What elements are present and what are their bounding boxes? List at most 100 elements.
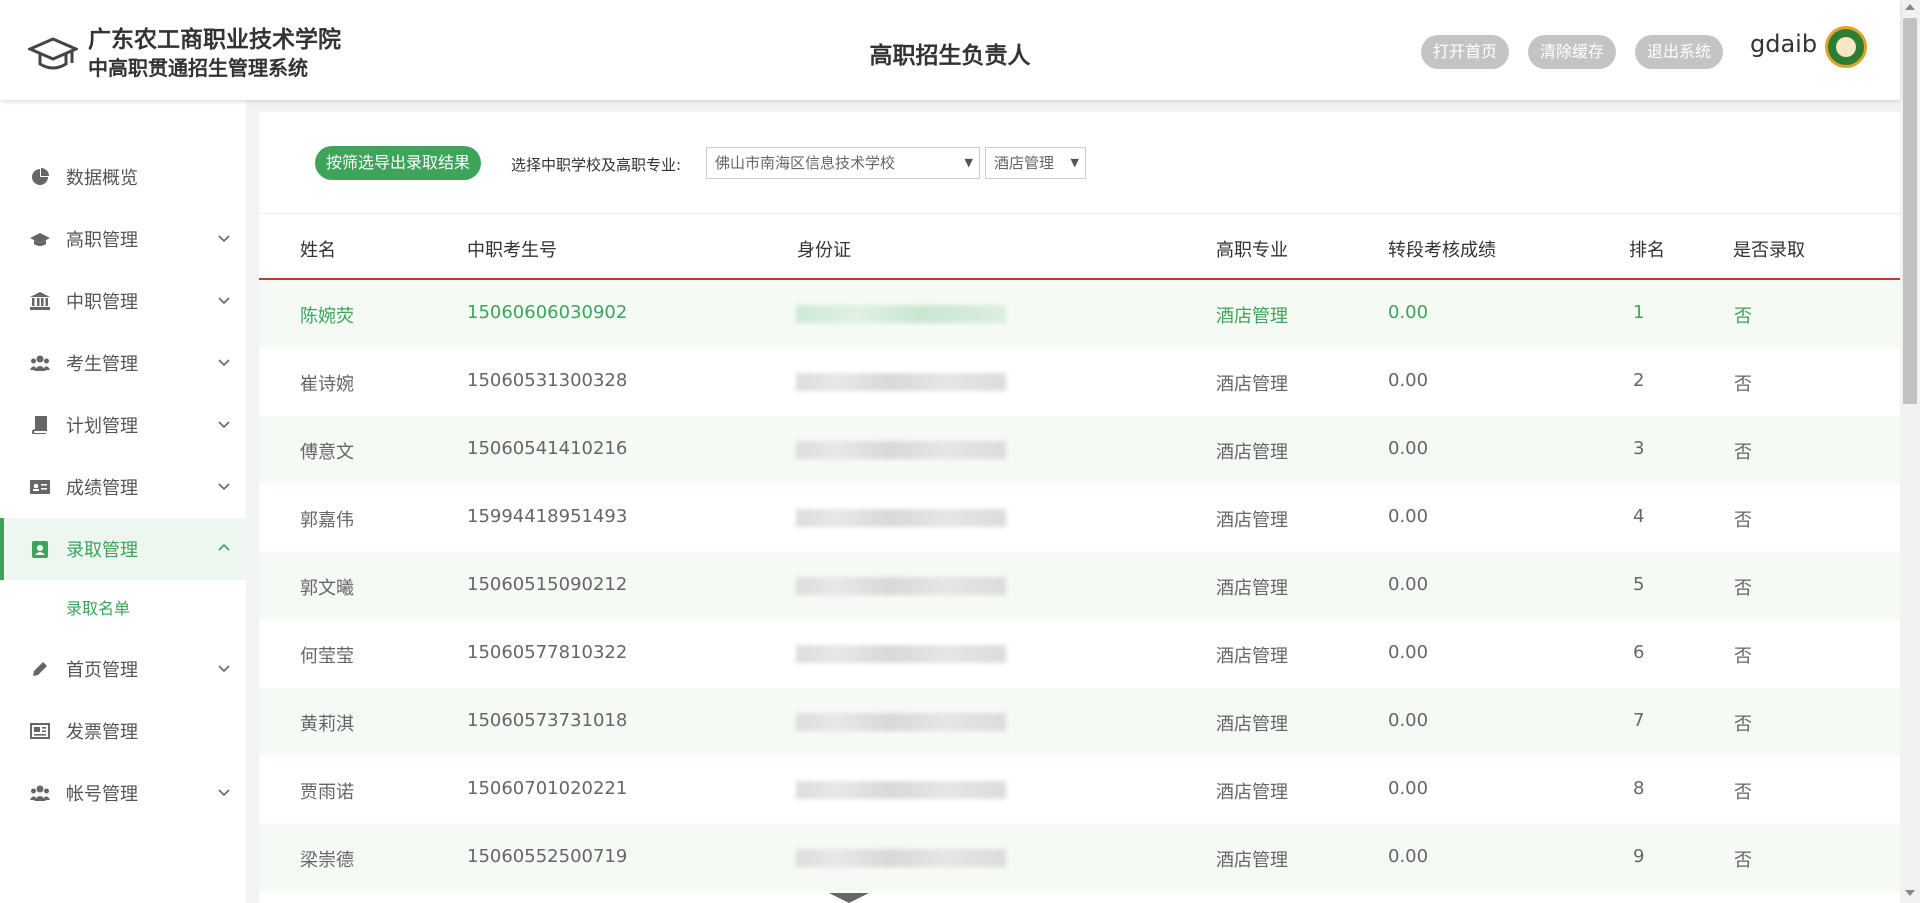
major-select-value: 酒店管理 (994, 154, 1055, 172)
sidebar-item-label: 帐号管理 (66, 784, 138, 805)
column-header-id-card[interactable]: 身份证 (797, 236, 851, 262)
redacted-id-card (796, 577, 1006, 595)
avatar[interactable] (1825, 26, 1867, 68)
table-row[interactable]: 傅意文 15060541410216 酒店管理 0.00 3 否 (259, 416, 1900, 484)
cell-exam-no: 15060701020221 (467, 778, 628, 799)
table-row[interactable]: 何莹莹 15060577810322 酒店管理 0.00 6 否 (259, 620, 1900, 688)
redacted-id-card (796, 849, 1006, 867)
redacted-id-card (796, 509, 1006, 527)
cell-admitted: 否 (1734, 714, 1752, 735)
table-row[interactable]: 崔诗婉 15060531300328 酒店管理 0.00 2 否 (259, 348, 1900, 416)
cell-score: 0.00 (1388, 302, 1429, 323)
username[interactable]: gdaib (1750, 30, 1817, 58)
bank-icon (30, 291, 50, 311)
logout-button[interactable]: 退出系统 (1635, 35, 1724, 69)
cell-name: 梁崇德 (300, 850, 354, 871)
cell-score: 0.00 (1388, 642, 1429, 663)
sidebar-item-label: 首页管理 (66, 660, 138, 681)
column-header-admitted[interactable]: 是否录取 (1733, 236, 1805, 262)
cell-rank: 8 (1633, 778, 1645, 799)
cell-admitted: 否 (1734, 442, 1752, 463)
cell-major: 酒店管理 (1216, 374, 1288, 395)
chevron-down-icon (218, 789, 230, 797)
cell-rank: 6 (1633, 642, 1645, 663)
sidebar-item-candidates[interactable]: 考生管理 (0, 332, 246, 394)
cell-major: 酒店管理 (1216, 510, 1288, 531)
school-select[interactable]: 佛山市南海区信息技术学校 ▼ (706, 147, 980, 179)
cell-rank: 2 (1633, 370, 1645, 391)
sidebar-item-label: 数据概览 (66, 168, 138, 189)
cell-admitted: 否 (1734, 510, 1752, 531)
redacted-id-card (796, 373, 1006, 391)
sidebar-item-scores[interactable]: 成绩管理 (0, 456, 246, 518)
sidebar-subitem-admission-list[interactable]: 录取名单 (0, 580, 246, 638)
school-select-value: 佛山市南海区信息技术学校 (715, 154, 896, 172)
cell-rank: 4 (1633, 506, 1645, 527)
cell-score: 0.00 (1388, 846, 1429, 867)
graduation-cap-logo-icon (28, 37, 78, 70)
major-select[interactable]: 酒店管理 ▼ (985, 147, 1086, 179)
sidebar-item-invoices[interactable]: 发票管理 (0, 700, 246, 762)
cell-admitted: 否 (1734, 578, 1752, 599)
redacted-id-card (796, 781, 1006, 799)
cell-rank: 7 (1633, 710, 1645, 731)
clear-cache-button[interactable]: 清除缓存 (1528, 35, 1617, 69)
table-row[interactable]: 郭文曦 15060515090212 酒店管理 0.00 5 否 (259, 552, 1900, 620)
table-row[interactable]: 贾雨诺 15060701020221 酒店管理 0.00 8 否 (259, 756, 1900, 824)
chevron-down-icon (218, 421, 230, 429)
cell-exam-no: 15060552500719 (467, 846, 628, 867)
table-row[interactable]: 黄莉淇 15060573731018 酒店管理 0.00 7 否 (259, 688, 1900, 756)
chevron-down-icon (218, 297, 230, 305)
open-home-button[interactable]: 打开首页 (1421, 35, 1510, 69)
sidebar-item-homepage[interactable]: 首页管理 (0, 638, 246, 700)
cell-major: 酒店管理 (1216, 578, 1288, 599)
sidebar-item-plans[interactable]: 计划管理 (0, 394, 246, 456)
sidebar-item-secondary-vocational[interactable]: 中职管理 (0, 270, 246, 332)
cell-name: 傅意文 (300, 442, 354, 463)
cell-rank: 1 (1633, 302, 1645, 323)
sidebar-item-accounts[interactable]: 帐号管理 (0, 762, 246, 824)
cell-score: 0.00 (1388, 370, 1429, 391)
id-card-icon (30, 477, 50, 497)
page-scrollbar[interactable] (1900, 0, 1920, 903)
cell-rank: 3 (1633, 438, 1645, 459)
scrollbar-thumb[interactable] (1903, 18, 1917, 404)
admission-table: 姓名 中职考生号 身份证 高职专业 转段考核成绩 排名 是否录取 陈婉荧 150… (259, 214, 1900, 892)
cell-name: 陈婉荧 (300, 306, 354, 327)
column-header-name[interactable]: 姓名 (300, 236, 336, 262)
column-header-score[interactable]: 转段考核成绩 (1388, 236, 1496, 262)
filter-toolbar: 按筛选导出录取结果 选择中职学校及高职专业: 佛山市南海区信息技术学校 ▼ 酒店… (259, 112, 1900, 214)
redacted-id-card (796, 305, 1006, 323)
caret-down-icon: ▼ (1070, 156, 1079, 169)
sidebar-item-admission[interactable]: 录取管理 (0, 518, 246, 580)
cell-score: 0.00 (1388, 438, 1429, 459)
top-header: 广东农工商职业技术学院 中高职贯通招生管理系统 高职招生负责人 打开首页 清除缓… (0, 0, 1900, 100)
table-row[interactable]: 陈婉荧 15060606030902 酒店管理 0.00 1 否 (259, 280, 1900, 348)
sidebar-item-label: 考生管理 (66, 354, 138, 375)
cell-major: 酒店管理 (1216, 782, 1288, 803)
cell-exam-no: 15060577810322 (467, 642, 628, 663)
sidebar-item-higher-vocational[interactable]: 高职管理 (0, 208, 246, 270)
scroll-down-arrow-icon[interactable] (1905, 890, 1915, 896)
table-row[interactable]: 梁崇德 15060552500719 酒店管理 0.00 9 否 (259, 824, 1900, 892)
cell-name: 郭文曦 (300, 578, 354, 599)
cell-score: 0.00 (1388, 710, 1429, 731)
sidebar-item-overview[interactable]: 数据概览 (0, 146, 246, 208)
system-name: 中高职贯通招生管理系统 (88, 56, 308, 80)
scroll-up-arrow-icon[interactable] (1905, 4, 1915, 10)
redacted-id-card (796, 441, 1006, 459)
column-header-major[interactable]: 高职专业 (1216, 236, 1288, 262)
export-filtered-results-button[interactable]: 按筛选导出录取结果 (315, 146, 482, 180)
school-name: 广东农工商职业技术学院 (88, 27, 341, 53)
column-header-rank[interactable]: 排名 (1629, 236, 1665, 262)
cell-major: 酒店管理 (1216, 714, 1288, 735)
sidebar-item-label: 计划管理 (66, 416, 138, 437)
table-row[interactable]: 郭嘉伟 15994418951493 酒店管理 0.00 4 否 (259, 484, 1900, 552)
receipt-icon (30, 721, 50, 741)
chevron-down-icon (218, 359, 230, 367)
chevron-down-icon (218, 483, 230, 491)
cell-exam-no: 15060531300328 (467, 370, 628, 391)
sidebar-item-label: 高职管理 (66, 230, 138, 251)
cell-admitted: 否 (1734, 782, 1752, 803)
column-header-exam-no[interactable]: 中职考生号 (467, 236, 557, 262)
